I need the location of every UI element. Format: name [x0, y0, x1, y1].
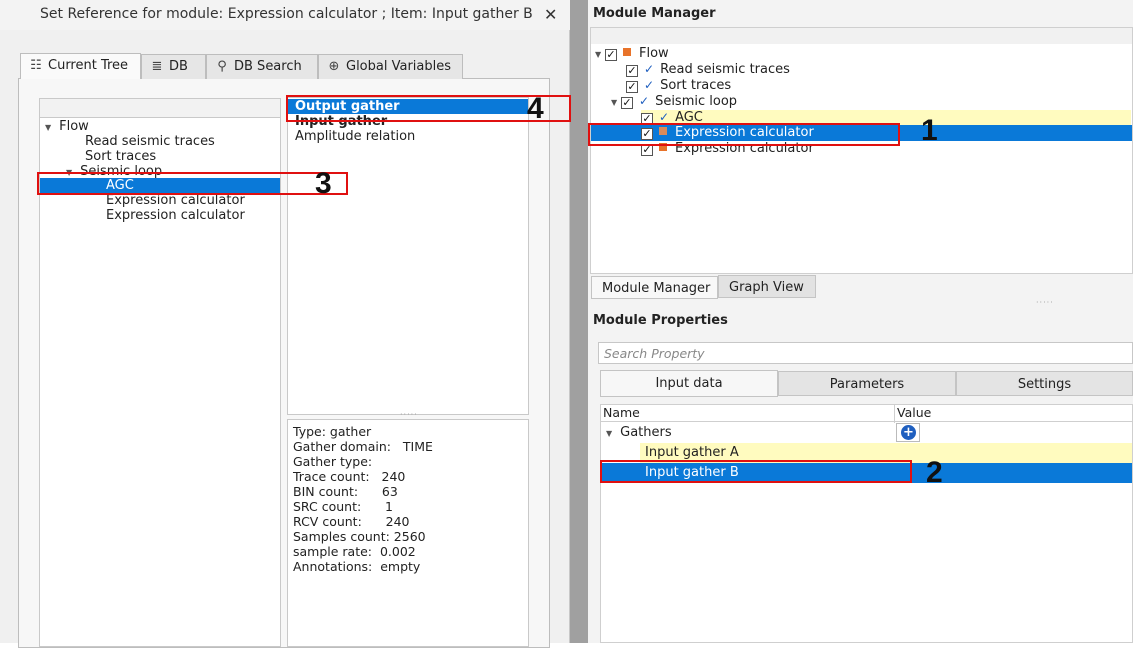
tab-parameters[interactable]: Parameters — [778, 371, 956, 396]
tab-global-variables[interactable]: ⊕ Global Variables — [318, 54, 463, 79]
tree-item-sort-traces[interactable]: Sort traces — [85, 149, 156, 164]
module-square-icon — [623, 48, 631, 56]
tab-db[interactable]: ≣ DB — [141, 54, 206, 79]
column-header-value[interactable]: Value — [897, 405, 931, 421]
annotation-box-1 — [588, 123, 900, 146]
tab-current-tree[interactable]: ☷ Current Tree — [20, 53, 141, 79]
splitter-grip[interactable]: ····· — [400, 410, 418, 419]
info-bin-count: BIN count: 63 — [293, 484, 398, 499]
info-type: Type: gather — [293, 424, 372, 439]
checkbox-checked[interactable]: ✓ — [605, 49, 617, 61]
tab-settings[interactable]: Settings — [956, 371, 1133, 396]
info-samples-count: Samples count: 2560 — [293, 529, 426, 544]
output-item-amplitude-relation[interactable]: Amplitude relation — [295, 129, 415, 144]
tree-icon: ☷ — [30, 58, 42, 73]
tree-item-read-seismic-traces[interactable]: Read seismic traces — [85, 134, 215, 149]
dialog-title: Set Reference for module: Expression cal… — [40, 6, 533, 22]
plus-icon: + — [901, 425, 916, 440]
expand-arrow-icon: ▼ — [45, 123, 52, 132]
tab-db-search[interactable]: ⚲ DB Search — [206, 54, 318, 79]
module-properties-title: Module Properties — [593, 313, 728, 328]
header-divider — [601, 421, 1132, 422]
annotation-box-2 — [600, 460, 912, 483]
add-gather-button[interactable]: + — [896, 423, 920, 442]
tab-module-manager[interactable]: Module Manager — [591, 276, 718, 299]
checkmark-icon: ✓ — [639, 94, 650, 108]
tree-item-expression-calculator-2[interactable]: Expression calculator — [106, 208, 245, 223]
module-manager-title: Module Manager — [593, 6, 716, 21]
tab-input-data[interactable]: Input data — [600, 370, 778, 397]
close-icon[interactable]: ✕ — [544, 5, 557, 24]
module-manager-header — [590, 27, 1133, 45]
search-icon: ⚲ — [217, 59, 227, 74]
expand-arrow-icon: ▼ — [595, 50, 602, 59]
callout-1: 1 — [921, 114, 938, 147]
expand-arrow-icon: ▼ — [611, 98, 618, 107]
gather-info-panel: Type: gather Gather domain: TIME Gather … — [287, 419, 529, 647]
module-manager-tree: ▼ ✓ Flow ✓ ✓ Read seismic traces ✓ ✓ Sort trac… — [590, 44, 1133, 274]
info-src-count: SRC count: 1 — [293, 499, 393, 514]
properties-table — [600, 404, 1133, 643]
module-item-seismic-loop[interactable]: ▼ ✓ ✓ Seismic loop — [611, 94, 737, 109]
info-trace-count: Trace count: 240 — [293, 469, 406, 484]
column-header-name[interactable]: Name — [603, 405, 640, 421]
module-item-flow[interactable]: ▼ ✓ Flow — [595, 46, 669, 61]
info-rcv-count: RCV count: 240 — [293, 514, 410, 529]
current-tree: ▼ Flow Read seismic traces Sort traces ▼… — [39, 117, 281, 647]
expand-arrow-icon: ▼ — [606, 429, 613, 438]
info-annotations: Annotations: empty — [293, 559, 421, 574]
splitter-grip[interactable]: ····· — [1036, 298, 1054, 307]
checkmark-icon: ✓ — [644, 62, 655, 76]
database-icon: ≣ — [151, 59, 163, 74]
output-list: Output gather Input gather Amplitude rel… — [287, 97, 529, 415]
callout-4: 4 — [527, 92, 544, 125]
checkbox-checked[interactable]: ✓ — [626, 81, 638, 93]
checkbox-checked[interactable]: ✓ — [621, 97, 633, 109]
tab-graph-view[interactable]: Graph View — [718, 275, 816, 298]
globe-icon: ⊕ — [328, 59, 340, 74]
callout-3: 3 — [315, 167, 332, 200]
info-gather-type: Gather type: — [293, 454, 373, 469]
info-gather-domain: Gather domain: TIME — [293, 439, 433, 454]
module-item-read-seismic-traces[interactable]: ✓ ✓ Read seismic traces — [626, 62, 790, 77]
checkbox-checked[interactable]: ✓ — [626, 65, 638, 77]
window-splitter[interactable] — [570, 0, 588, 643]
group-row-gathers[interactable]: ▼ Gathers — [606, 423, 672, 443]
tree-item-flow[interactable]: ▼ Flow — [45, 119, 89, 134]
module-item-sort-traces[interactable]: ✓ ✓ Sort traces — [626, 78, 731, 93]
checkmark-icon: ✓ — [644, 78, 655, 92]
info-sample-rate: sample rate: 0.002 — [293, 544, 416, 559]
tree-header — [39, 98, 281, 118]
search-property-input[interactable]: Search Property — [598, 342, 1133, 364]
callout-2: 2 — [926, 456, 943, 489]
tree-item-expression-calculator[interactable]: Expression calculator — [106, 193, 245, 208]
checkmark-icon: ✓ — [659, 110, 670, 124]
annotation-box-3 — [37, 172, 348, 195]
